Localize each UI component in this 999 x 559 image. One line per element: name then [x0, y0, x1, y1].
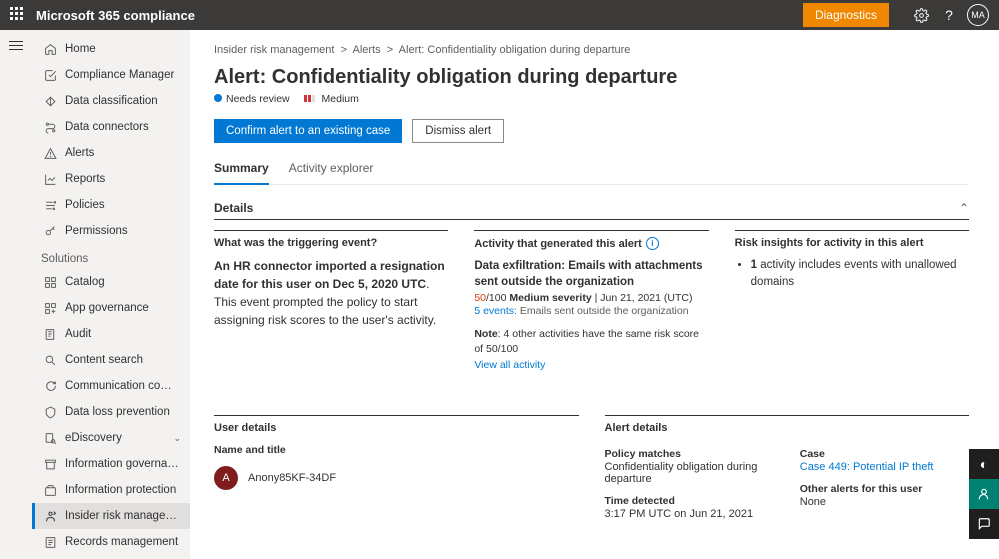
- sidebar-item-permissions[interactable]: Permissions: [32, 218, 190, 244]
- sidebar-item-data-classification[interactable]: Data classification: [32, 88, 190, 114]
- sidebar-item-home[interactable]: Home: [32, 36, 190, 62]
- triggering-event-section: What was the triggering event? An HR con…: [214, 230, 448, 371]
- sidebar-item-alerts[interactable]: Alerts: [32, 140, 190, 166]
- tabs: Summary Activity explorer: [214, 155, 969, 185]
- connectors-icon: [41, 121, 59, 134]
- breadcrumb-link[interactable]: Insider risk management: [214, 44, 334, 56]
- sidebar-item-privacy[interactable]: Privacy management⌄: [32, 555, 190, 559]
- compliance-icon: [41, 69, 59, 82]
- sidebar-item-compliance-manager[interactable]: Compliance Manager: [32, 62, 190, 88]
- view-all-activity-link[interactable]: View all activity: [474, 359, 708, 371]
- nav-rail: [0, 30, 32, 559]
- info-icon[interactable]: i: [646, 237, 659, 250]
- details-header: Details ⌃: [214, 201, 969, 220]
- chat-float-icon[interactable]: [969, 509, 999, 539]
- audit-icon: [41, 328, 59, 341]
- alerts-icon: [41, 147, 59, 160]
- chevron-down-icon: ⌄: [173, 433, 181, 444]
- settings-icon[interactable]: [907, 8, 935, 23]
- alert-details-section: Alert details Policy matchesConfidential…: [605, 415, 970, 520]
- app-governance-icon: [41, 302, 59, 315]
- sidebar-section-solutions: Solutions: [32, 244, 190, 269]
- records-icon: [41, 536, 59, 549]
- reports-icon: [41, 173, 59, 186]
- user-avatar[interactable]: MA: [967, 4, 989, 26]
- status-row: Needs review Medium: [214, 93, 969, 105]
- catalog-icon: [41, 276, 59, 289]
- severity-badge: Medium: [304, 93, 359, 105]
- user-avatar-small: A: [214, 466, 238, 490]
- sidebar-item-insider-risk[interactable]: Insider risk management: [32, 503, 190, 529]
- sidebar-item-content-search[interactable]: Content search: [32, 347, 190, 373]
- breadcrumb-current: Alert: Confidentiality obligation during…: [399, 44, 631, 56]
- triggering-event-text: An HR connector imported a resignation d…: [214, 257, 448, 329]
- communication-icon: [41, 380, 59, 393]
- info-protection-icon: [41, 484, 59, 497]
- insider-risk-icon: [41, 510, 59, 523]
- feedback-float-icon[interactable]: [969, 479, 999, 509]
- breadcrumb: Insider risk management > Alerts > Alert…: [214, 44, 969, 56]
- hamburger-icon[interactable]: [9, 38, 23, 53]
- top-bar: Microsoft 365 compliance Diagnostics ? M…: [0, 0, 999, 30]
- confirm-alert-button[interactable]: Confirm alert to an existing case: [214, 119, 402, 143]
- sidebar-item-info-governance[interactable]: Information governance: [32, 451, 190, 477]
- breadcrumb-link[interactable]: Alerts: [353, 44, 381, 56]
- sidebar-item-app-governance[interactable]: App governance: [32, 295, 190, 321]
- home-icon: [41, 43, 59, 56]
- ediscovery-icon: [41, 432, 59, 445]
- page-title: Alert: Confidentiality obligation during…: [214, 66, 969, 89]
- diagnostics-button[interactable]: Diagnostics: [803, 3, 889, 27]
- sidebar-item-records[interactable]: Records management: [32, 529, 190, 555]
- sidebar-item-reports[interactable]: Reports: [32, 166, 190, 192]
- permissions-icon: [41, 225, 59, 238]
- app-launcher-icon[interactable]: [10, 7, 26, 23]
- classification-icon: [41, 95, 59, 108]
- info-governance-icon: [41, 458, 59, 471]
- activity-section: Activity that generated this alerti Data…: [474, 230, 708, 371]
- sidebar-item-dlp[interactable]: Data loss prevention: [32, 399, 190, 425]
- sidebar-item-data-connectors[interactable]: Data connectors: [32, 114, 190, 140]
- search-icon: [41, 354, 59, 367]
- app-title: Microsoft 365 compliance: [36, 8, 195, 23]
- status-badge: Needs review: [214, 93, 290, 105]
- sidebar-item-audit[interactable]: Audit: [32, 321, 190, 347]
- risk-insights-section: Risk insights for activity in this alert…: [735, 230, 969, 371]
- policies-icon: [41, 199, 59, 212]
- insight-bullet: 1 activity includes events with unallowe…: [751, 257, 969, 292]
- sidebar-item-policies[interactable]: Policies: [32, 192, 190, 218]
- collapse-icon[interactable]: ⌃: [959, 201, 969, 215]
- floating-actions: ◐: [969, 449, 999, 539]
- help-float-icon[interactable]: ◐: [969, 449, 999, 479]
- events-link[interactable]: 5 events: [474, 305, 514, 317]
- tab-activity-explorer[interactable]: Activity explorer: [289, 155, 374, 184]
- activity-title: Data exfiltration: Emails with attachmen…: [474, 258, 708, 290]
- case-link[interactable]: Case 449: Potential IP theft: [800, 461, 969, 473]
- user-name: Anony85KF-34DF: [248, 472, 336, 484]
- sidebar-item-ediscovery[interactable]: eDiscovery⌄: [32, 425, 190, 451]
- help-icon[interactable]: ?: [935, 7, 963, 23]
- sidebar: Home Compliance Manager Data classificat…: [32, 30, 190, 559]
- sidebar-item-communication-compliance[interactable]: Communication compliance: [32, 373, 190, 399]
- user-details-section: User details Name and title A Anony85KF-…: [214, 415, 579, 520]
- tab-summary[interactable]: Summary: [214, 155, 269, 185]
- dlp-icon: [41, 406, 59, 419]
- main-content: Insider risk management > Alerts > Alert…: [190, 30, 999, 559]
- sidebar-item-info-protection[interactable]: Information protection: [32, 477, 190, 503]
- sidebar-item-catalog[interactable]: Catalog: [32, 269, 190, 295]
- dismiss-alert-button[interactable]: Dismiss alert: [412, 119, 504, 143]
